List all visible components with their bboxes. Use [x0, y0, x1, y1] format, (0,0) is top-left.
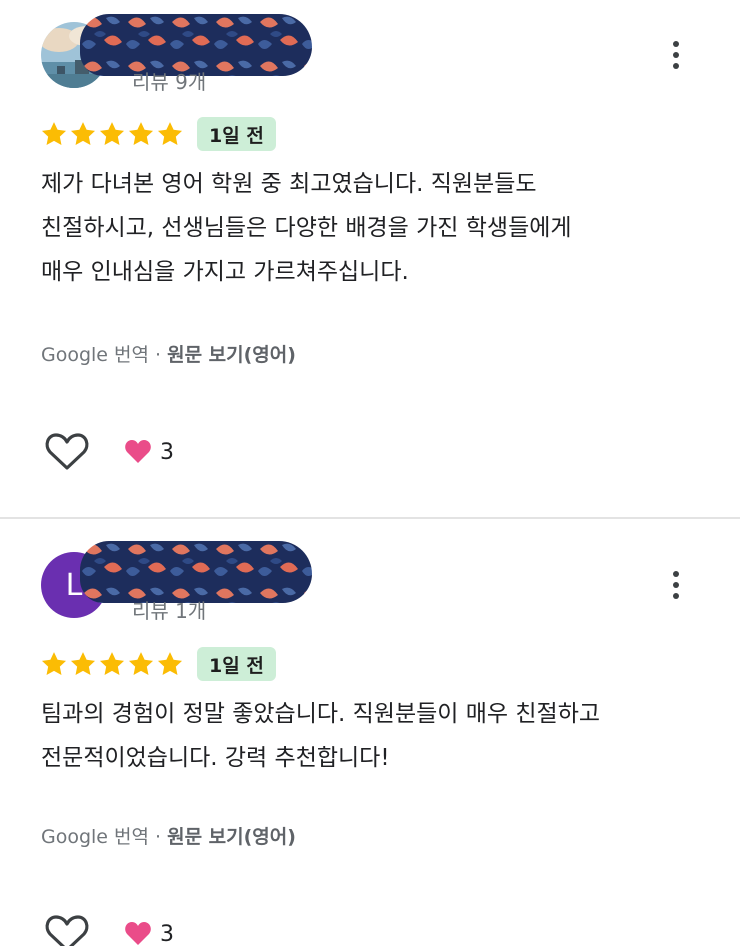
review-actions: 3	[44, 914, 174, 946]
view-original-link[interactable]: 원문 보기(영어)	[167, 340, 296, 367]
star-icon	[98, 120, 126, 148]
heart-reaction[interactable]: 3	[124, 439, 174, 465]
review-text-line: 팀과의 경험이 정말 좋았습니다. 직원분들이 매우 친절하고	[41, 701, 601, 727]
star-icon	[69, 120, 97, 148]
review-text-line: 매우 인내심을 가지고 가르쳐주십니다.	[41, 259, 409, 285]
heart-filled-icon	[125, 922, 151, 945]
review-text: 팀과의 경험이 정말 좋았습니다. 직원분들이 매우 친절하고 전문적이었습니다…	[41, 692, 711, 780]
review-card: L 리뷰 1개 1일 전 팀과의 경험이 정말 좋았습니다. 직원분들이 매우 …	[0, 519, 740, 946]
review-count: 리뷰 1개	[132, 599, 207, 623]
star-icon	[156, 120, 184, 148]
star-icon	[127, 120, 155, 148]
star-rating	[40, 120, 184, 148]
reviewer-name-redacted	[80, 541, 312, 603]
review-text-line: 친절하시고, 선생님들은 다양한 배경을 가진 학생들에게	[41, 215, 572, 241]
view-original-link[interactable]: 원문 보기(영어)	[167, 822, 296, 849]
review-count: 리뷰 9개	[132, 70, 207, 94]
review-actions: 3	[44, 432, 174, 472]
star-icon	[40, 120, 68, 148]
heart-outline-icon[interactable]	[44, 432, 90, 472]
star-icon	[127, 650, 155, 678]
heart-outline-icon[interactable]	[44, 914, 90, 946]
kebab-menu-icon[interactable]	[662, 567, 690, 603]
heart-reaction[interactable]: 3	[124, 921, 174, 946]
date-badge: 1일 전	[197, 647, 276, 681]
translation-label: Google 번역 ·	[41, 344, 162, 366]
kebab-menu-icon[interactable]	[662, 37, 690, 73]
review-text-line: 전문적이었습니다. 강력 추천합니다!	[41, 745, 390, 771]
review-card: 리뷰 9개 1일 전 제가 다녀본 영어 학원 중 최고였습니다. 직원분들도 …	[0, 0, 740, 518]
star-icon	[69, 650, 97, 678]
reaction-count: 3	[160, 439, 174, 465]
star-icon	[98, 650, 126, 678]
star-icon	[156, 650, 184, 678]
review-text: 제가 다녀본 영어 학원 중 최고였습니다. 직원분들도 친절하시고, 선생님들…	[41, 162, 711, 294]
translation-label: Google 번역 ·	[41, 826, 162, 848]
date-badge: 1일 전	[197, 117, 276, 151]
review-text-line: 제가 다녀본 영어 학원 중 최고였습니다. 직원분들도	[41, 171, 537, 197]
heart-filled-icon	[125, 440, 151, 463]
star-rating	[40, 650, 184, 678]
reaction-count: 3	[160, 921, 174, 946]
star-icon	[40, 650, 68, 678]
translation-row: Google 번역 · 원문 보기(영어)	[41, 822, 296, 849]
translation-row: Google 번역 · 원문 보기(영어)	[41, 340, 296, 367]
